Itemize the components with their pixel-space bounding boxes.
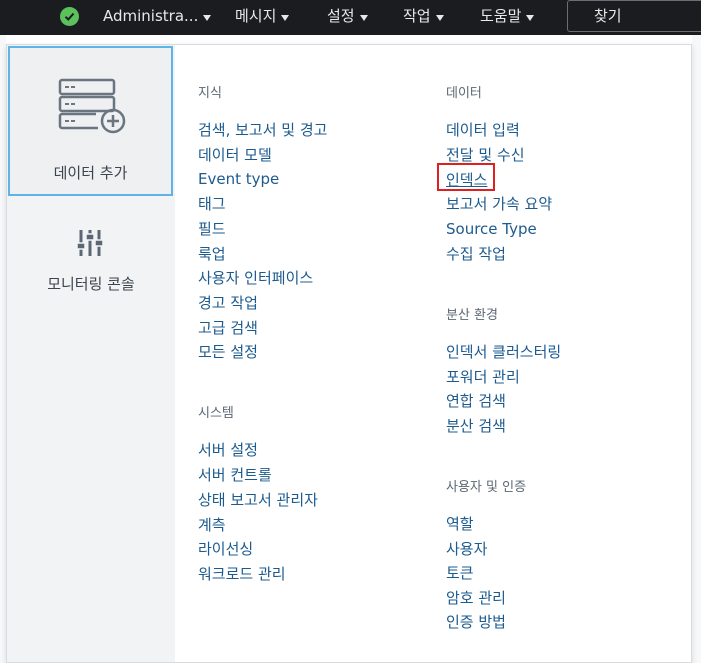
menu-link-health-report-manager[interactable]: 상태 보고서 관리자 bbox=[198, 489, 318, 510]
menu-link-federated-search[interactable]: 연합 검색 bbox=[446, 390, 506, 411]
menu-link-instrumentation[interactable]: 계측 bbox=[198, 514, 226, 535]
menu-link-fields[interactable]: 필드 bbox=[198, 218, 226, 239]
menu-link-indexer-clustering[interactable]: 인덱서 클러스터링 bbox=[446, 341, 561, 362]
monitoring-console-label: 모니터링 콘솔 bbox=[47, 275, 135, 293]
menu-link-users[interactable]: 사용자 bbox=[446, 538, 487, 559]
menu-link-user-interface[interactable]: 사용자 인터페이스 bbox=[198, 267, 313, 288]
activity-menu[interactable]: 작업 bbox=[403, 0, 444, 33]
knowledge-section-title: 지식 bbox=[198, 86, 222, 101]
menu-link-ingest-actions[interactable]: 수집 작업 bbox=[446, 243, 506, 264]
chevron-down-icon bbox=[203, 14, 212, 21]
add-data-icon bbox=[58, 78, 126, 134]
help-menu[interactable]: 도움말 bbox=[480, 0, 535, 33]
menu-link-roles[interactable]: 역할 bbox=[446, 513, 474, 534]
menu-link-alert-actions[interactable]: 경고 작업 bbox=[198, 292, 258, 313]
menu-link-tags[interactable]: 태그 bbox=[198, 193, 226, 214]
messages-menu[interactable]: 메시지 bbox=[235, 0, 290, 33]
sliders-icon bbox=[77, 230, 103, 256]
menu-link-authentication-methods[interactable]: 인증 방법 bbox=[446, 611, 506, 632]
menu-link-distributed-search[interactable]: 분산 검색 bbox=[446, 415, 506, 436]
find-input[interactable]: 찾기 bbox=[567, 0, 701, 32]
menu-link-workload-management[interactable]: 워크로드 관리 bbox=[198, 563, 286, 584]
messages-menu-label: 메시지 bbox=[235, 7, 277, 25]
menu-link-all-configurations[interactable]: 모든 설정 bbox=[198, 341, 258, 362]
menu-link-lookups[interactable]: 룩업 bbox=[198, 243, 226, 264]
menu-link-licensing[interactable]: 라이선싱 bbox=[198, 538, 253, 559]
menu-link-tokens[interactable]: 토큰 bbox=[446, 562, 474, 583]
menu-link-forwarding-receiving[interactable]: 전달 및 수신 bbox=[446, 144, 525, 165]
chevron-down-icon bbox=[526, 14, 535, 21]
menu-link-report-acceleration-summaries[interactable]: 보고서 가속 요약 bbox=[446, 193, 552, 214]
highlight-box bbox=[437, 163, 495, 191]
add-data-tile[interactable]: 데이터 추가 bbox=[8, 46, 173, 196]
chevron-down-icon bbox=[281, 14, 290, 21]
add-data-label: 데이터 추가 bbox=[53, 164, 128, 182]
system-section-title: 시스템 bbox=[198, 406, 234, 421]
chevron-down-icon bbox=[435, 14, 444, 21]
user-menu[interactable]: Administra... bbox=[103, 0, 212, 33]
chevron-down-icon bbox=[359, 14, 368, 21]
data-section-title: 데이터 bbox=[446, 86, 482, 101]
distributed-section-title: 분산 환경 bbox=[446, 308, 498, 323]
background-page bbox=[692, 35, 701, 663]
help-menu-label: 도움말 bbox=[480, 7, 522, 25]
menu-link-source-types[interactable]: Source Type bbox=[446, 220, 537, 238]
auth-section-title: 사용자 및 인증 bbox=[446, 480, 527, 495]
monitoring-console-tile[interactable]: 모니터링 콘솔 bbox=[7, 215, 175, 315]
shortcut-pane: 데이터 추가 모니터링 콘솔 bbox=[7, 45, 175, 662]
activity-menu-label: 작업 bbox=[403, 7, 431, 25]
user-menu-label: Administra... bbox=[103, 7, 199, 25]
menu-link-advanced-search[interactable]: 고급 검색 bbox=[198, 317, 258, 338]
menu-pointer bbox=[340, 36, 356, 44]
menu-link-server-settings[interactable]: 서버 설정 bbox=[198, 439, 258, 460]
health-status-icon[interactable] bbox=[60, 7, 79, 26]
settings-menu[interactable]: 설정 bbox=[327, 0, 368, 33]
menu-link-data-inputs[interactable]: 데이터 입력 bbox=[446, 119, 520, 140]
menu-link-password-management[interactable]: 암호 관리 bbox=[446, 587, 506, 608]
top-navigation-bar: Administra... 메시지 설정 작업 도움말 찾기 bbox=[0, 0, 701, 35]
menu-link-data-models[interactable]: 데이터 모델 bbox=[198, 144, 272, 165]
settings-dropdown: 데이터 추가 모니터링 콘솔 지식 검색, 보고서 및 경고 데이터 모델 Ev… bbox=[6, 44, 692, 663]
menu-link-server-controls[interactable]: 서버 컨트롤 bbox=[198, 464, 272, 485]
menu-link-forwarder-management[interactable]: 포워더 관리 bbox=[446, 366, 520, 387]
settings-menu-label: 설정 bbox=[327, 7, 355, 25]
menu-link-searches-reports-alerts[interactable]: 검색, 보고서 및 경고 bbox=[198, 119, 327, 140]
menu-link-event-types[interactable]: Event type bbox=[198, 170, 279, 188]
